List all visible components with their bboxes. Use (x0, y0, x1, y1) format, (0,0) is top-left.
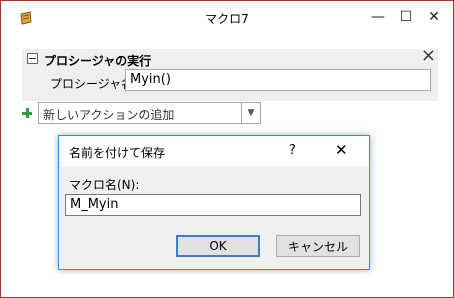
close-button[interactable]: ✕ (421, 5, 447, 29)
macro-name-input[interactable]: M_Myin (65, 194, 361, 216)
chevron-down-icon[interactable]: ▼ (241, 103, 260, 123)
ok-button[interactable]: OK (176, 235, 260, 257)
maximize-button[interactable]: ☐ (393, 5, 419, 29)
save-as-dialog: 名前を付けて保存 ? ✕ マクロ名(N): M_Myin OK キャンセル (58, 135, 370, 270)
minimize-button[interactable]: — (365, 5, 391, 29)
macro-name-label: マクロ名(N): (69, 178, 140, 192)
procedure-name-input[interactable]: Myin() (125, 69, 431, 91)
collapse-icon[interactable] (27, 53, 38, 64)
dialog-title: 名前を付けて保存 (69, 146, 166, 160)
action-title: プロシージャの実行 (44, 54, 152, 68)
add-action-select[interactable]: 新しいアクションの追加 ▼ (38, 102, 261, 124)
dialog-close-button[interactable]: ✕ (335, 141, 348, 159)
procedure-name-label: プロシージャ名 (50, 77, 134, 91)
run-procedure-action[interactable]: プロシージャの実行 × プロシージャ名 Myin() (22, 47, 438, 101)
cancel-button[interactable]: キャンセル (276, 235, 360, 257)
add-icon[interactable] (22, 108, 32, 118)
dialog-title-bar: 名前を付けて保存 ? ✕ (59, 136, 369, 166)
title-bar: マクロ7 — ☐ ✕ (1, 1, 453, 35)
help-button[interactable]: ? (289, 143, 296, 158)
add-action-placeholder: 新しいアクションの追加 (43, 108, 175, 122)
delete-icon[interactable]: × (421, 47, 436, 65)
